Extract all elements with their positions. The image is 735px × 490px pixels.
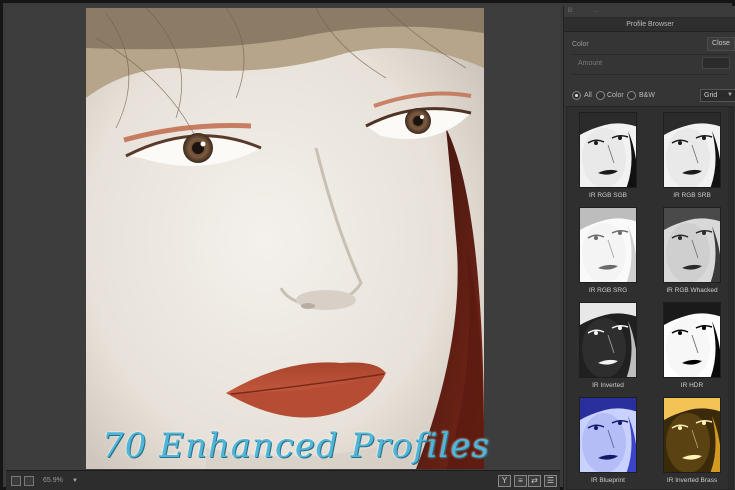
radio-bw-label[interactable]: B&W	[639, 92, 655, 99]
profile-thumbnail[interactable]	[579, 207, 637, 283]
profile-thumbnail[interactable]	[579, 112, 637, 188]
divider	[572, 74, 728, 75]
swap-button[interactable]: ≡	[514, 475, 527, 487]
fit-view-button[interactable]	[11, 476, 21, 486]
image-canvas[interactable]: 70 Enhanced Profiles	[6, 6, 560, 470]
scrollbar[interactable]	[728, 107, 733, 489]
radio-color-label[interactable]: Color	[607, 92, 624, 99]
view-select[interactable]: Grid ▼	[700, 89, 735, 102]
profile-panel: B: ... Profile Browser Color Close Amoun…	[563, 6, 735, 490]
copy-settings-button[interactable]: ⇄	[528, 475, 541, 487]
profile-label: IR Blueprint	[591, 477, 625, 484]
profile-thumbnail[interactable]	[579, 397, 637, 473]
profile-thumbnail[interactable]	[663, 112, 721, 188]
full-view-button[interactable]	[24, 476, 34, 486]
radio-all[interactable]	[572, 91, 581, 100]
status-bar: 65.9% ▼ Y ≡ ⇄ ☰	[6, 470, 560, 490]
view-select-value: Grid	[704, 92, 718, 99]
profile-label: IR Inverted	[592, 382, 624, 389]
profile-thumbnail[interactable]	[579, 302, 637, 378]
radio-all-label[interactable]: All	[584, 92, 592, 99]
profile-label: IR RGB SRB	[673, 192, 711, 199]
main-photo	[86, 8, 484, 469]
amount-label: Amount	[578, 60, 603, 67]
panel-top-strip: B: ...	[564, 6, 735, 18]
radio-color[interactable]	[596, 91, 605, 100]
color-label: Color	[572, 41, 589, 48]
divider	[572, 54, 728, 55]
chevron-down-icon[interactable]: ▼	[72, 478, 78, 484]
top-strip-right: ...	[594, 8, 600, 14]
app-window: 70 Enhanced Profiles 65.9% ▼ Y ≡ ⇄ ☰ B: …	[0, 0, 735, 490]
amount-field[interactable]	[702, 57, 730, 69]
panel-title: Profile Browser	[564, 18, 735, 32]
top-strip-left: B:	[568, 8, 574, 14]
menu-icon[interactable]: ☰	[544, 475, 557, 487]
chevron-down-icon: ▼	[727, 92, 733, 98]
radio-bw[interactable]	[627, 91, 636, 100]
profile-label: IR RGB Whacked	[666, 287, 718, 294]
overlay-title: 70 Enhanced Profiles	[102, 426, 491, 466]
close-button[interactable]: Close	[707, 37, 735, 51]
profile-thumbnail[interactable]	[663, 302, 721, 378]
profile-thumbnail[interactable]	[663, 397, 721, 473]
profile-label: IR Inverted Brass	[666, 477, 718, 484]
profile-label: IR RGB SRG	[588, 287, 628, 294]
compare-y-button[interactable]: Y	[498, 475, 511, 487]
profile-thumbnail[interactable]	[663, 207, 721, 283]
profile-grid: IR RGB SGB IR RGB SRB IR RGB SRG IR RGB Wha…	[566, 106, 734, 490]
profile-label: IR HDR	[680, 382, 704, 389]
profile-label: IR RGB SGB	[589, 192, 627, 199]
